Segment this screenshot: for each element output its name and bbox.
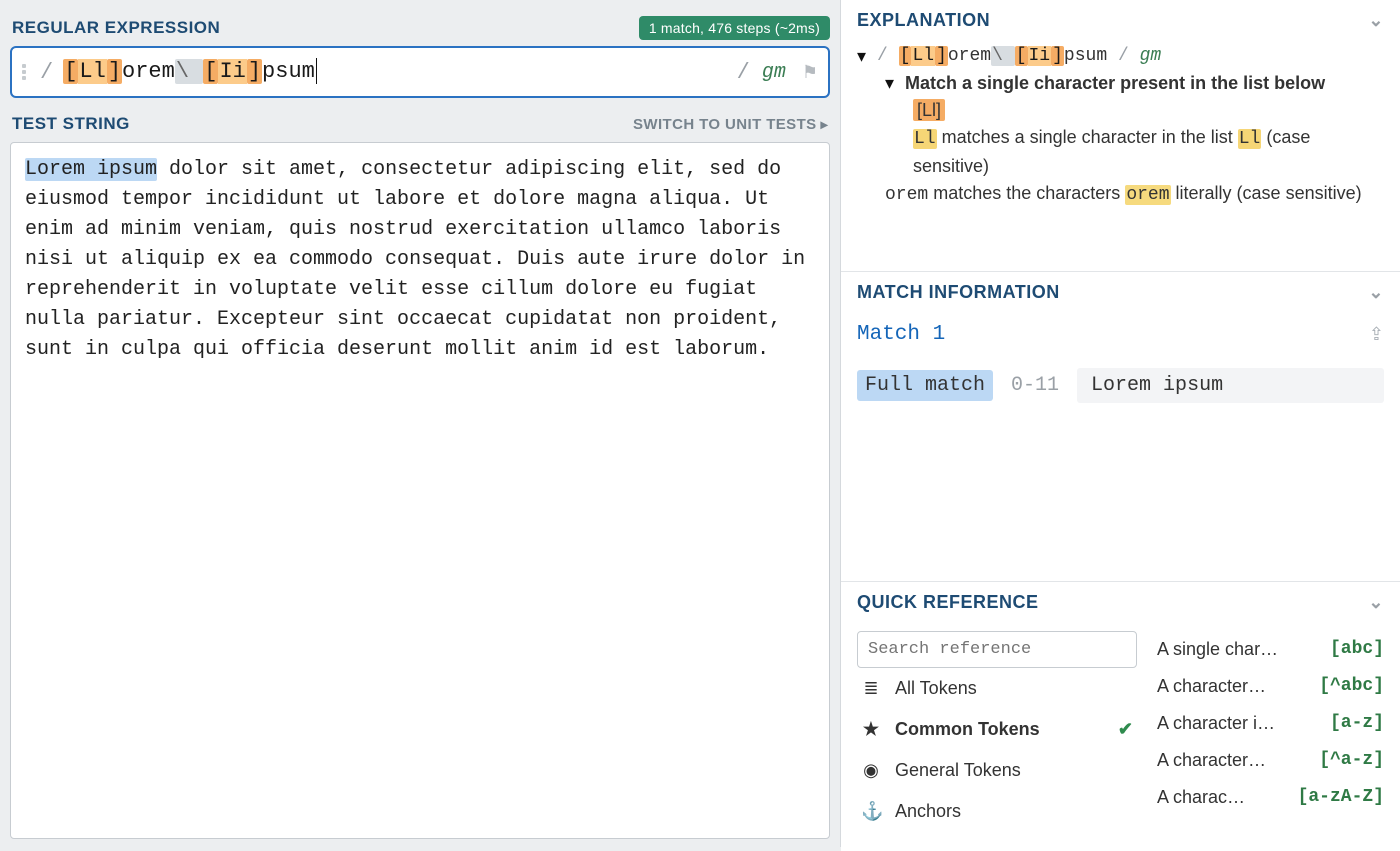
test-match-highlight: Lorem ipsum [25, 158, 157, 181]
match-label: Match 1 [857, 323, 945, 346]
full-match-badge: Full match [857, 370, 993, 401]
qr-item[interactable]: A character…[^a-z] [1157, 742, 1384, 779]
explanation-char-class: [Ll] [857, 97, 1384, 124]
qr-cat-label: Anchors [895, 801, 961, 822]
regex-bracket-close-2: ] [247, 59, 262, 84]
disclose-icon[interactable]: ▾ [885, 70, 899, 97]
qr-cat-anchors[interactable]: ⚓ Anchors [857, 791, 1137, 832]
check-icon: ✔ [1118, 719, 1133, 740]
drag-handle-icon[interactable] [22, 64, 34, 80]
explanation-match-single: ▾ Match a single character present in th… [857, 70, 1384, 97]
regex-set-1: Ll [78, 59, 106, 84]
quick-reference-panel: QUICK REFERENCE ⌄ ≣ All Tokens ★ Common … [841, 581, 1400, 851]
regex-close-delim: / [737, 60, 750, 85]
regex-input-box[interactable]: / [Ll]orem\ [Ii]psum / gm ⚑ [10, 46, 830, 98]
main-column: REGULAR EXPRESSION 1 match, 476 steps (~… [0, 0, 840, 847]
qr-cat-common-tokens[interactable]: ★ Common Tokens ✔ [857, 709, 1137, 750]
regex-title: REGULAR EXPRESSION [12, 18, 220, 38]
chevron-down-icon[interactable]: ⌄ [1368, 592, 1384, 613]
exp-orem-token: orem [885, 185, 928, 205]
qr-item[interactable]: A character i…[a-z] [1157, 705, 1384, 742]
switch-label: SWITCH TO UNIT TESTS [633, 116, 817, 133]
export-icon[interactable]: ⇪ [1369, 324, 1384, 346]
regex-bracket-close-1: ] [107, 59, 122, 84]
match-info-title: MATCH INFORMATION [857, 282, 1060, 303]
flag-icon[interactable]: ⚑ [802, 62, 818, 83]
regex-open-delim: / [40, 60, 53, 85]
exp-match-single-text: Match a single character present in the … [905, 70, 1325, 97]
regex-literal-1: orem [122, 59, 175, 84]
qr-cat-label: All Tokens [895, 678, 977, 699]
qr-item[interactable]: A charac…[a-zA-Z] [1157, 779, 1384, 816]
test-title: TEST STRING [12, 114, 130, 134]
match-row: Full match 0-11 Lorem ipsum [857, 368, 1384, 403]
explanation-regex-echo: ▾ / [Ll]orem\ [Ii]psum / gm [857, 43, 1384, 70]
target-icon: ◉ [861, 760, 881, 781]
chevron-right-icon: ▸ [821, 116, 828, 133]
qr-cat-all-tokens[interactable]: ≣ All Tokens [857, 668, 1137, 709]
match-range: 0-11 [1011, 374, 1059, 397]
quick-reference-items: A single char…[abc] A character…[^abc] A… [1157, 631, 1384, 841]
qr-item[interactable]: A single char…[abc] [1157, 631, 1384, 668]
chevron-down-icon[interactable]: ⌄ [1368, 282, 1384, 303]
explanation-body: ▾ / [Ll]orem\ [Ii]psum / gm ▾ Match a si… [841, 39, 1400, 271]
quick-reference-categories: ≣ All Tokens ★ Common Tokens ✔ ◉ General… [857, 631, 1137, 841]
regex-flags[interactable]: gm [756, 61, 792, 84]
quick-reference-search-input[interactable] [857, 631, 1137, 668]
stack-icon: ≣ [861, 678, 881, 699]
exp-echo-content: / [Ll]orem\ [Ii]psum / gm [877, 43, 1161, 70]
switch-to-unit-tests-button[interactable]: SWITCH TO UNIT TESTS ▸ [633, 116, 828, 133]
match-info-header[interactable]: MATCH INFORMATION ⌄ [841, 272, 1400, 311]
match-entry-header[interactable]: Match 1 ⇪ [857, 323, 1384, 346]
explanation-ll: Ll matches a single character in the lis… [857, 124, 1384, 180]
match-info-body: Match 1 ⇪ Full match 0-11 Lorem ipsum [841, 311, 1400, 581]
anchor-icon: ⚓ [861, 801, 881, 822]
regex-esc-space: \ [175, 59, 203, 84]
regex-stats-badge: 1 match, 476 steps (~2ms) [639, 16, 830, 40]
test-string-input[interactable]: Lorem ipsum dolor sit amet, consectetur … [10, 142, 830, 839]
exp-char-class-token: [Ll] [913, 99, 945, 121]
disclose-icon[interactable]: ▾ [857, 43, 871, 70]
text-cursor [316, 58, 317, 84]
regex-set-2: Ii [218, 59, 246, 84]
quick-reference-header[interactable]: QUICK REFERENCE ⌄ [841, 582, 1400, 621]
regex-pattern[interactable]: [Ll]orem\ [Ii]psum [59, 57, 730, 87]
test-header: TEST STRING SWITCH TO UNIT TESTS ▸ [10, 98, 830, 142]
qr-cat-general-tokens[interactable]: ◉ General Tokens [857, 750, 1137, 791]
regex-header: REGULAR EXPRESSION 1 match, 476 steps (~… [10, 8, 830, 46]
regex-literal-2: psum [262, 59, 315, 84]
exp-ll-token: Ll [913, 129, 937, 149]
explanation-orem: orem matches the characters orem literal… [857, 180, 1384, 209]
qr-cat-label: Common Tokens [895, 719, 1040, 740]
match-value: Lorem ipsum [1077, 368, 1384, 403]
explanation-title: EXPLANATION [857, 10, 990, 31]
regex-bracket-open-1: [ [63, 59, 78, 84]
explanation-header[interactable]: EXPLANATION ⌄ [841, 0, 1400, 39]
qr-item[interactable]: A character…[^abc] [1157, 668, 1384, 705]
chevron-down-icon[interactable]: ⌄ [1368, 10, 1384, 31]
match-info-panel: MATCH INFORMATION ⌄ Match 1 ⇪ Full match… [841, 271, 1400, 581]
sidebar: EXPLANATION ⌄ ▾ / [Ll]orem\ [Ii]psum / g… [840, 0, 1400, 847]
star-icon: ★ [861, 719, 881, 740]
quick-reference-title: QUICK REFERENCE [857, 592, 1039, 613]
explanation-panel: EXPLANATION ⌄ ▾ / [Ll]orem\ [Ii]psum / g… [841, 0, 1400, 271]
test-rest-text: dolor sit amet, consectetur adipiscing e… [25, 158, 805, 361]
qr-cat-label: General Tokens [895, 760, 1021, 781]
regex-bracket-open-2: [ [203, 59, 218, 84]
quick-reference-body: ≣ All Tokens ★ Common Tokens ✔ ◉ General… [841, 621, 1400, 851]
